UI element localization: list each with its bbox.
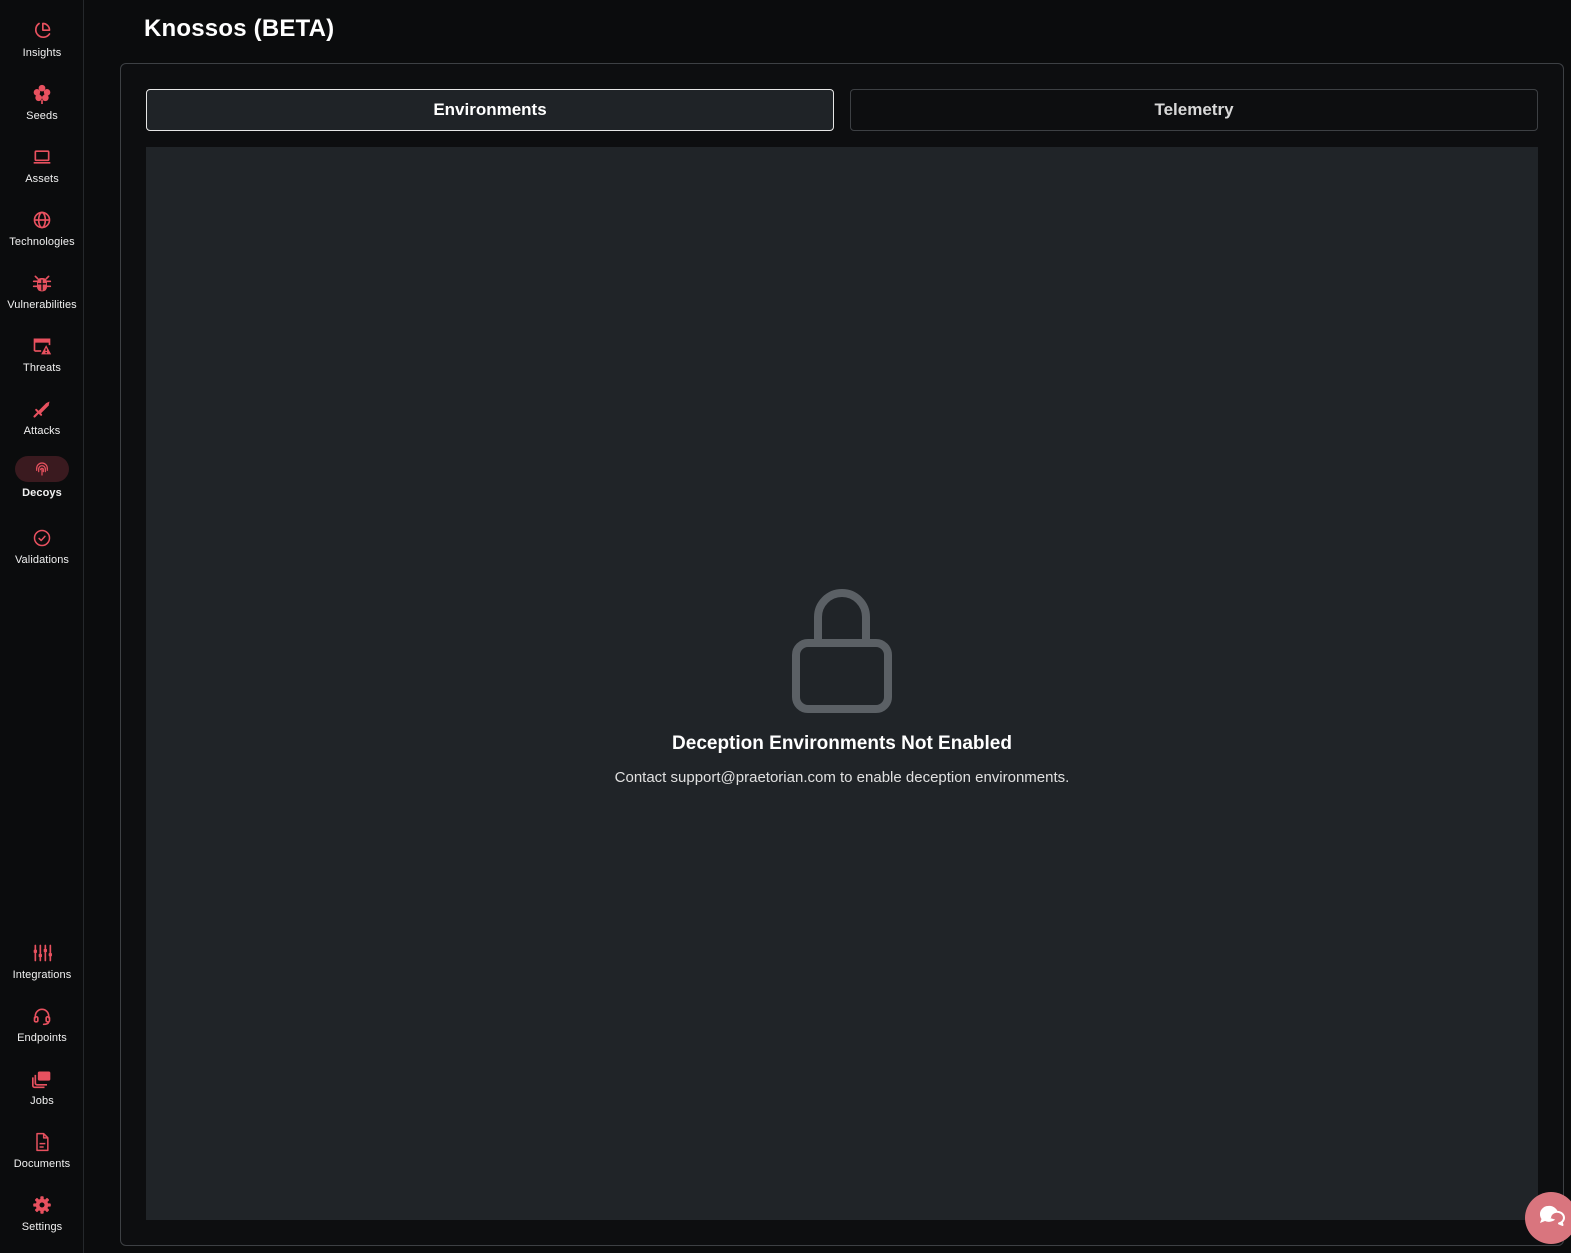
sidebar-item-jobs[interactable]: Jobs <box>0 1060 84 1123</box>
sidebar-item-label: Decoys <box>22 487 62 499</box>
sidebar-bottom-nav: Integrations Endpoints Jobs Documents Se <box>0 934 84 1249</box>
sidebar-item-label: Vulnerabilities <box>7 299 77 311</box>
tab-telemetry[interactable]: Telemetry <box>850 89 1538 131</box>
sidebar-item-technologies[interactable]: Technologies <box>0 201 84 264</box>
empty-state-message: Contact support@praetorian.com to enable… <box>614 769 1070 786</box>
content-area: Deception Environments Not Enabled Conta… <box>146 147 1538 1220</box>
sidebar-item-settings[interactable]: Settings <box>0 1186 84 1249</box>
gear-icon <box>31 1194 53 1216</box>
lock-icon <box>792 587 892 713</box>
bug-icon <box>31 272 53 294</box>
window-warning-icon <box>31 335 53 357</box>
empty-state-title: Deception Environments Not Enabled <box>672 733 1012 754</box>
sidebar: Insights Seeds Assets Technologies Vulne <box>0 0 84 1253</box>
fingerprint-icon <box>15 456 69 482</box>
pie-chart-icon <box>31 20 53 42</box>
sidebar-item-label: Attacks <box>23 425 61 437</box>
sidebar-top-nav: Insights Seeds Assets Technologies Vulne <box>0 12 84 582</box>
check-circle-icon <box>31 527 53 549</box>
sidebar-item-vulnerabilities[interactable]: Vulnerabilities <box>0 264 84 327</box>
headset-icon <box>31 1005 53 1027</box>
sliders-icon <box>31 942 53 964</box>
sidebar-item-label: Insights <box>22 47 62 59</box>
sidebar-item-validations[interactable]: Validations <box>0 519 84 582</box>
sidebar-item-label: Documents <box>13 1158 71 1170</box>
sidebar-item-label: Threats <box>23 362 61 374</box>
main-panel: Environments Telemetry Deception Environ… <box>120 63 1564 1246</box>
chat-button[interactable] <box>1525 1192 1571 1244</box>
sword-icon <box>31 398 53 420</box>
flower-icon <box>31 83 53 105</box>
sidebar-item-label: Technologies <box>9 236 75 248</box>
sidebar-item-assets[interactable]: Assets <box>0 138 84 201</box>
chat-bubbles-icon <box>1536 1201 1566 1236</box>
sidebar-item-label: Validations <box>14 554 70 566</box>
document-icon <box>31 1131 53 1153</box>
sidebar-item-seeds[interactable]: Seeds <box>0 75 84 138</box>
stacked-cards-icon <box>31 1068 53 1090</box>
empty-state: Deception Environments Not Enabled Conta… <box>146 587 1538 786</box>
page-title: Knossos (BETA) <box>144 15 335 42</box>
sidebar-item-label: Settings <box>21 1221 63 1233</box>
laptop-icon <box>31 146 53 168</box>
sidebar-item-label: Jobs <box>30 1095 54 1107</box>
globe-icon <box>31 209 53 231</box>
sidebar-item-label: Assets <box>25 173 59 185</box>
sidebar-item-label: Endpoints <box>17 1032 67 1044</box>
sidebar-item-integrations[interactable]: Integrations <box>0 934 84 997</box>
sidebar-item-decoys[interactable]: Decoys <box>0 453 84 519</box>
sidebar-item-label: Integrations <box>12 969 72 981</box>
tab-environments[interactable]: Environments <box>146 89 834 131</box>
sidebar-item-threats[interactable]: Threats <box>0 327 84 390</box>
sidebar-item-attacks[interactable]: Attacks <box>0 390 84 453</box>
sidebar-item-insights[interactable]: Insights <box>0 12 84 75</box>
sidebar-item-label: Seeds <box>26 110 58 122</box>
sidebar-item-endpoints[interactable]: Endpoints <box>0 997 84 1060</box>
sidebar-item-documents[interactable]: Documents <box>0 1123 84 1186</box>
